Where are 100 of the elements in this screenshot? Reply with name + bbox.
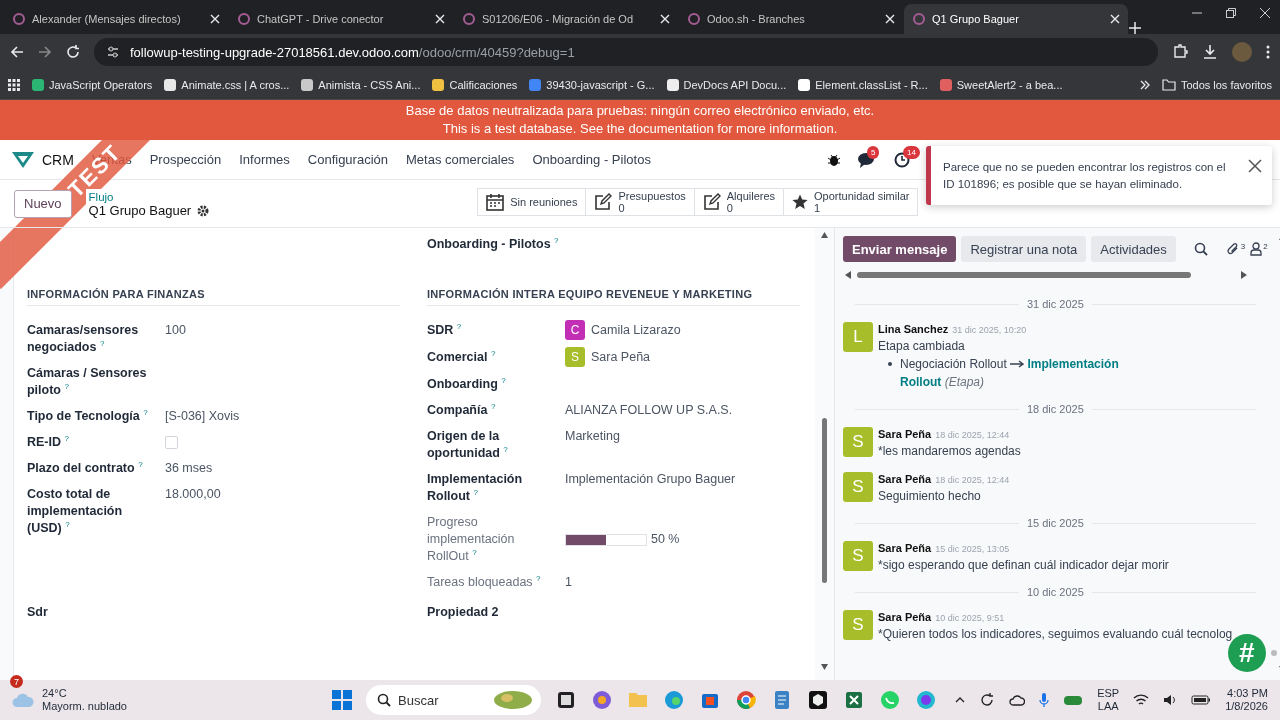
favicon-icon: [462, 12, 476, 26]
horizontal-scrollbar[interactable]: [843, 268, 1249, 282]
browser-tab[interactable]: Odoo.sh - Branches: [679, 4, 903, 34]
new-button[interactable]: Nuevo: [14, 189, 72, 218]
message-author[interactable]: Sara Peña: [878, 472, 932, 486]
bookmark[interactable]: DevDocs API Docu...: [666, 78, 787, 91]
search-icon[interactable]: [1193, 242, 1208, 256]
field-value: Implementación Grupo Baguer: [565, 472, 736, 486]
bookmark[interactable]: Calificaciones: [432, 78, 518, 91]
square-app-icon[interactable]: [555, 689, 577, 711]
app-logo-icon[interactable]: [12, 151, 34, 168]
forward-icon[interactable]: [38, 45, 52, 59]
wifi-icon[interactable]: [1133, 694, 1150, 706]
bookmarks-folder[interactable]: Todos los favoritos: [1161, 78, 1272, 91]
message-body: Etapa cambiada: [878, 338, 966, 355]
back-icon[interactable]: [10, 45, 24, 59]
field-value[interactable]: Sara Peña: [591, 348, 651, 366]
field-value[interactable]: Camila Lizarazo: [591, 321, 681, 339]
smart-button[interactable]: Oportunidad similar 1: [783, 187, 919, 216]
extensions-icon[interactable]: [1172, 44, 1188, 60]
smart-button[interactable]: Sin reuniones: [477, 187, 587, 216]
message-body: Seguimiento hecho: [878, 488, 982, 505]
chatter-tab[interactable]: Actividades: [1091, 236, 1176, 262]
menu-item[interactable]: Metas comerciales: [406, 152, 515, 167]
clock-time[interactable]: 4:03 PM: [1225, 687, 1268, 700]
status-dot-icon: [1270, 650, 1277, 656]
avatar: S: [843, 610, 873, 640]
field-label: Costo total de implementación (USD) $^{?}$: [27, 486, 124, 537]
bookmark[interactable]: Animate.css | A cros...: [164, 78, 290, 91]
menu-item[interactable]: Configuración: [307, 152, 388, 167]
paperclip-icon[interactable]: [1225, 242, 1240, 256]
breadcrumb-link[interactable]: Flujo: [88, 189, 210, 204]
field-label: Tareas bloqueadas $^{?}$: [427, 574, 542, 591]
close-icon[interactable]: [885, 14, 895, 24]
close-icon[interactable]: [1110, 14, 1120, 24]
favicon-icon: [912, 12, 926, 26]
close-icon[interactable]: [660, 14, 670, 24]
bookmark[interactable]: Element.classList - R...: [798, 78, 928, 91]
close-button[interactable]: [1248, 159, 1262, 173]
field-label: Onboarding $^{?}$: [427, 376, 507, 393]
browser-tab[interactable]: S01206/E06 - Migración de Od: [454, 4, 678, 34]
chevron-icon[interactable]: [1139, 79, 1150, 90]
keyboard-layout[interactable]: LAA: [1097, 700, 1120, 713]
address-bar[interactable]: followup-testing-upgrade-27018561.dev.odoo.com/odoo/crm/40459?debug=1: [94, 38, 1158, 66]
browser-tab[interactable]: ChatGPT - Drive conector: [229, 4, 453, 34]
smart-button[interactable]: Presupuestos 0: [585, 187, 695, 216]
chatter-tab[interactable]: Registrar una nota: [961, 236, 1087, 262]
windows-start-icon[interactable]: [332, 690, 352, 710]
more-icon[interactable]: [1266, 45, 1270, 59]
bug-icon[interactable]: [828, 152, 840, 167]
microphone-icon[interactable]: [1039, 692, 1050, 708]
spreadsheet-icon[interactable]: [843, 689, 865, 711]
download-icon[interactable]: [1202, 44, 1218, 60]
clock-date[interactable]: 1/8/2026: [1225, 700, 1268, 713]
close-icon[interactable]: [435, 14, 445, 24]
date-separator: 18 dic 2025: [1026, 403, 1084, 415]
menu-item[interactable]: Informes: [239, 152, 290, 167]
message-author[interactable]: Sara Peña: [878, 610, 932, 624]
site-info-icon[interactable]: [106, 45, 120, 59]
maximize-icon[interactable]: [1226, 8, 1236, 18]
battery-icon[interactable]: [1191, 694, 1212, 706]
favicon-icon: [939, 78, 952, 91]
cube-app-icon[interactable]: [807, 689, 829, 711]
cloud-icon[interactable]: [1009, 694, 1026, 706]
notification-badge: 14: [903, 145, 920, 159]
sync-icon[interactable]: [979, 692, 996, 708]
menu-item[interactable]: Onboarding - Pilotos: [532, 152, 651, 167]
field-value: 18.000,00: [165, 487, 221, 501]
documentation-link[interactable]: See the documentation for more information.: [580, 121, 838, 136]
field-value: ALIANZA FOLLOW UP S.A.S.: [565, 403, 733, 417]
browser-tab[interactable]: Q1 Grupo Baguer: [904, 4, 1128, 34]
settings-icon[interactable]: [197, 204, 210, 217]
favicon-icon: [666, 78, 679, 91]
progress-reading: 50 %: [651, 531, 680, 548]
avatar: C: [565, 320, 585, 340]
bookmark[interactable]: Animista - CSS Ani...: [301, 78, 421, 91]
browser-tab[interactable]: Alexander (Mensajes directos): [4, 4, 228, 34]
apps-grid-icon[interactable]: [8, 78, 20, 91]
message-time: 18 dic 2025, 12:44: [935, 429, 1010, 442]
smart-button[interactable]: Alquileres 0: [693, 187, 785, 216]
close-icon[interactable]: [1260, 8, 1270, 18]
bookmark[interactable]: 39430-javascript - G...: [529, 78, 655, 91]
person-icon[interactable]: [1250, 242, 1263, 256]
language-indicator[interactable]: ESP: [1097, 687, 1120, 700]
message-author[interactable]: Lina Sanchez: [878, 322, 949, 336]
design-app-icon[interactable]: [915, 689, 937, 711]
new-tab-icon[interactable]: [1129, 22, 1141, 34]
speaker-icon[interactable]: [1163, 694, 1178, 706]
bookmark[interactable]: JavaScript Operators: [32, 78, 153, 91]
chatter-tab[interactable]: Enviar mensaje: [843, 236, 957, 262]
chevron-up-icon[interactable]: [955, 697, 966, 703]
reload-icon[interactable]: [66, 45, 80, 59]
bookmark[interactable]: SweetAlert2 - a bea...: [939, 78, 1063, 91]
close-icon[interactable]: [210, 14, 220, 24]
checkbox[interactable]: [165, 436, 178, 449]
browser-icon[interactable]: [663, 689, 685, 711]
message-author[interactable]: Sara Peña: [878, 427, 932, 441]
message-author[interactable]: Sara Peña: [878, 541, 932, 555]
favicon-icon: [798, 78, 811, 91]
message-body: *les mandaremos agendas: [878, 443, 1022, 460]
